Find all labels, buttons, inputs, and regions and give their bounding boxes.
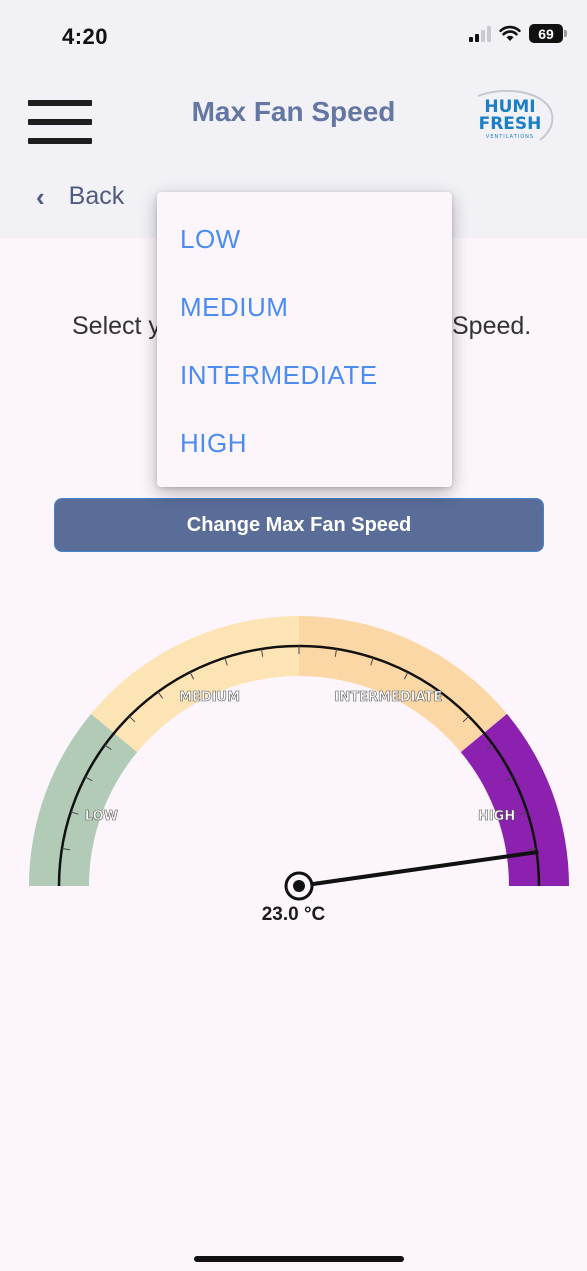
status-time: 4:20	[62, 24, 109, 49]
instruction-text-end: Speed.	[452, 312, 532, 340]
gauge-readout: 23.0 °C	[261, 904, 326, 925]
home-indicator	[194, 1256, 404, 1262]
chevron-left-icon: ‹	[36, 181, 45, 212]
humi-fresh-logo: HUMI FRESH VENTILATIONS	[477, 90, 554, 141]
gauge-label-high: HIGH	[478, 809, 515, 824]
gauge-label-intermediate: INTERMEDIATE	[335, 690, 443, 705]
gauge-hub	[293, 880, 305, 892]
gauge-label-medium: MEDIUM	[179, 690, 240, 705]
back-button[interactable]: ‹ Back	[36, 182, 124, 211]
option-low[interactable]: LOW	[180, 224, 241, 255]
change-max-fan-speed-button[interactable]: Change Max Fan Speed	[54, 498, 544, 552]
status-icons: 69	[469, 24, 567, 43]
back-label: Back	[68, 182, 125, 210]
signal-icon	[469, 25, 491, 42]
gauge-band-medium	[90, 616, 299, 753]
wifi-icon	[499, 25, 521, 41]
instruction-text-start: Select y	[72, 312, 161, 340]
option-high[interactable]: HIGH	[180, 428, 247, 459]
fan-speed-gauge: LOW MEDIUM INTERMEDIATE HIGH	[29, 616, 569, 901]
svg-text:FRESH: FRESH	[479, 114, 542, 134]
gauge-band-intermediate	[299, 616, 508, 753]
gauge-band-low	[29, 713, 138, 886]
option-medium[interactable]: MEDIUM	[180, 292, 288, 323]
svg-text:VENTILATIONS: VENTILATIONS	[486, 134, 534, 140]
gauge-label-low: LOW	[85, 809, 118, 824]
fan-speed-dropdown: LOW MEDIUM INTERMEDIATE HIGH	[157, 192, 452, 487]
option-intermediate[interactable]: INTERMEDIATE	[180, 360, 378, 391]
gauge-needle	[297, 850, 539, 888]
battery-icon: 69	[529, 24, 567, 43]
status-bar: 4:20 69	[0, 0, 587, 70]
